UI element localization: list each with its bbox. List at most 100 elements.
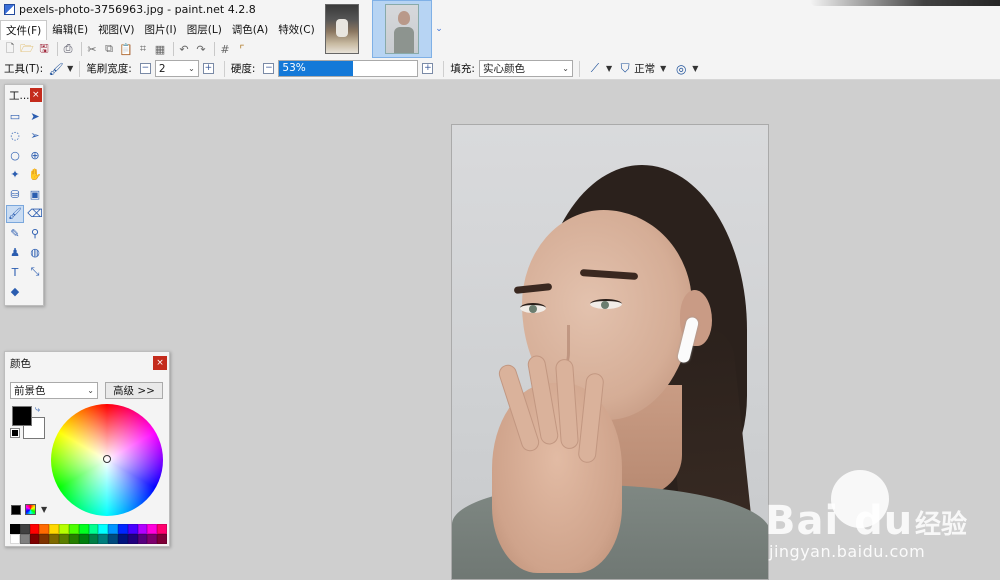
tools-window-header[interactable]: 工... × <box>5 85 43 105</box>
blend-mode-icon[interactable]: ⛉ <box>616 61 634 76</box>
magic-wand-icon[interactable]: ✦ <box>6 166 24 184</box>
thumbnail-image-2[interactable] <box>372 0 432 58</box>
palette-swatch[interactable] <box>78 534 89 544</box>
color-mode-combo[interactable]: 前景色 ⌄ <box>10 382 98 399</box>
increase-width-button[interactable]: + <box>202 63 214 74</box>
shapes-icon[interactable]: ◆ <box>6 283 24 301</box>
palette-swatch[interactable] <box>157 524 167 534</box>
chevron-down-icon[interactable]: ▼ <box>67 64 73 73</box>
clone-stamp-icon[interactable]: ♟ <box>6 244 24 262</box>
palette-swatch[interactable] <box>147 524 158 534</box>
move-selected-icon[interactable]: ➢ <box>26 127 44 145</box>
open-icon[interactable]: 🗁 <box>20 42 34 56</box>
palette-swatch[interactable] <box>117 524 128 534</box>
palette-swatch[interactable] <box>78 524 89 534</box>
recolor-icon[interactable]: ◍ <box>26 244 44 262</box>
palette-swatch[interactable] <box>117 534 128 544</box>
palette-swatch[interactable] <box>98 524 109 534</box>
menu-adjustments[interactable]: 调色(A) <box>227 20 273 40</box>
grid-icon[interactable]: # <box>218 42 232 56</box>
palette-swatch[interactable] <box>68 524 79 534</box>
menu-view[interactable]: 视图(V) <box>93 20 139 40</box>
primary-color-swatch[interactable] <box>12 406 32 426</box>
redo-icon[interactable]: ↷ <box>194 42 208 56</box>
palette-swatch[interactable] <box>59 534 69 544</box>
ruler-icon[interactable]: ⌜ <box>235 42 249 56</box>
decrease-hardness-button[interactable]: − <box>263 63 275 74</box>
chevron-down-icon[interactable]: ▼ <box>660 64 666 73</box>
close-icon[interactable]: × <box>153 356 167 370</box>
menu-edit[interactable]: 编辑(E) <box>47 20 93 40</box>
palette-swatch[interactable] <box>68 534 79 544</box>
palette-swatch[interactable] <box>88 524 99 534</box>
copy-icon[interactable]: ⧉ <box>102 42 116 56</box>
undo-icon[interactable]: ↶ <box>177 42 191 56</box>
chevron-down-icon[interactable]: ▼ <box>692 64 698 73</box>
zoom-icon[interactable]: ⊕ <box>26 146 44 164</box>
paintbrush-icon[interactable]: 🖌 <box>6 204 24 223</box>
paint-bucket-icon[interactable]: ⛁ <box>6 185 24 203</box>
blend-mode-value[interactable]: 正常 <box>634 61 655 76</box>
color-picker-icon[interactable]: ⚲ <box>26 224 44 242</box>
palette-swatch[interactable] <box>108 534 118 544</box>
paintbrush-icon[interactable]: 🖌 <box>47 62 65 76</box>
palette-swatch[interactable] <box>157 534 167 544</box>
lasso-select-icon[interactable]: ◌ <box>6 127 24 145</box>
reset-colors-icon[interactable] <box>10 428 20 438</box>
increase-hardness-button[interactable]: + <box>422 63 434 74</box>
palette-swatch[interactable] <box>137 534 148 544</box>
line-curve-icon[interactable]: ⤡ <box>26 263 44 281</box>
palette-swatch[interactable] <box>137 524 148 534</box>
chevron-down-icon[interactable]: ▼ <box>606 64 612 73</box>
fill-mode-combo[interactable]: 实心颜色 ⌄ <box>478 60 573 77</box>
save-icon[interactable]: 🖫 <box>37 42 51 56</box>
hardness-slider[interactable]: 53% <box>278 60 419 77</box>
palette-swatch[interactable] <box>10 534 20 544</box>
menu-image[interactable]: 图片(I) <box>139 20 181 40</box>
canvas-image[interactable] <box>451 124 769 580</box>
palette-swatch[interactable] <box>29 524 40 534</box>
eraser-icon[interactable]: ⌫ <box>26 205 44 223</box>
chevron-down-icon[interactable]: ⌄ <box>432 0 446 58</box>
palette-swatch[interactable] <box>127 534 138 544</box>
antialiasing-icon[interactable]: ⟋ <box>586 61 604 76</box>
brush-width-combo[interactable]: 2 ⌄ <box>154 60 199 77</box>
gradient-icon[interactable]: ▣ <box>26 185 44 203</box>
swap-colors-icon[interactable]: ⤷ <box>35 405 40 415</box>
selection-clipping-icon[interactable]: ◎ <box>672 62 690 76</box>
palette-swatch[interactable] <box>59 524 69 534</box>
new-icon[interactable]: 🗋 <box>3 42 17 56</box>
palette-swatch[interactable] <box>39 524 50 534</box>
palette-swatch[interactable] <box>108 524 118 534</box>
pan-icon[interactable]: ✋ <box>26 166 44 184</box>
palette-swatch[interactable] <box>49 524 60 534</box>
text-icon[interactable]: T <box>6 263 24 281</box>
palette-swatch[interactable] <box>39 534 50 544</box>
deselect-icon[interactable]: ▦ <box>153 42 167 56</box>
move-selection-icon[interactable]: ➤ <box>26 107 44 125</box>
palette-menu-icon[interactable] <box>25 504 36 515</box>
ellipse-select-icon[interactable]: ○ <box>6 146 24 164</box>
color-wheel-cursor[interactable] <box>103 455 111 463</box>
palette-swatch[interactable] <box>10 524 20 534</box>
palette-swatch[interactable] <box>88 534 99 544</box>
close-icon[interactable]: × <box>29 88 42 102</box>
palette-swatch[interactable] <box>19 524 30 534</box>
advanced-button[interactable]: 高级 >> <box>105 382 163 399</box>
palette-swatch[interactable] <box>127 524 138 534</box>
crop-icon[interactable]: ⌗ <box>136 42 150 56</box>
palette-swatch[interactable] <box>19 534 30 544</box>
menu-layers[interactable]: 图层(L) <box>182 20 227 40</box>
rectangle-select-icon[interactable]: ▭ <box>6 107 24 125</box>
chevron-down-icon[interactable]: ▼ <box>41 505 47 514</box>
palette-swatch[interactable] <box>29 534 40 544</box>
default-palette-icon[interactable] <box>11 504 21 515</box>
cut-icon[interactable]: ✂ <box>85 42 99 56</box>
thumbnail-image-1[interactable] <box>312 0 372 58</box>
palette-swatch[interactable] <box>49 534 60 544</box>
colors-window-header[interactable]: 颜色 × <box>5 352 169 374</box>
palette-swatch[interactable] <box>147 534 158 544</box>
print-icon[interactable]: ⎙ <box>61 42 75 56</box>
decrease-width-button[interactable]: − <box>139 63 151 74</box>
pencil-icon[interactable]: ✎ <box>6 224 24 242</box>
